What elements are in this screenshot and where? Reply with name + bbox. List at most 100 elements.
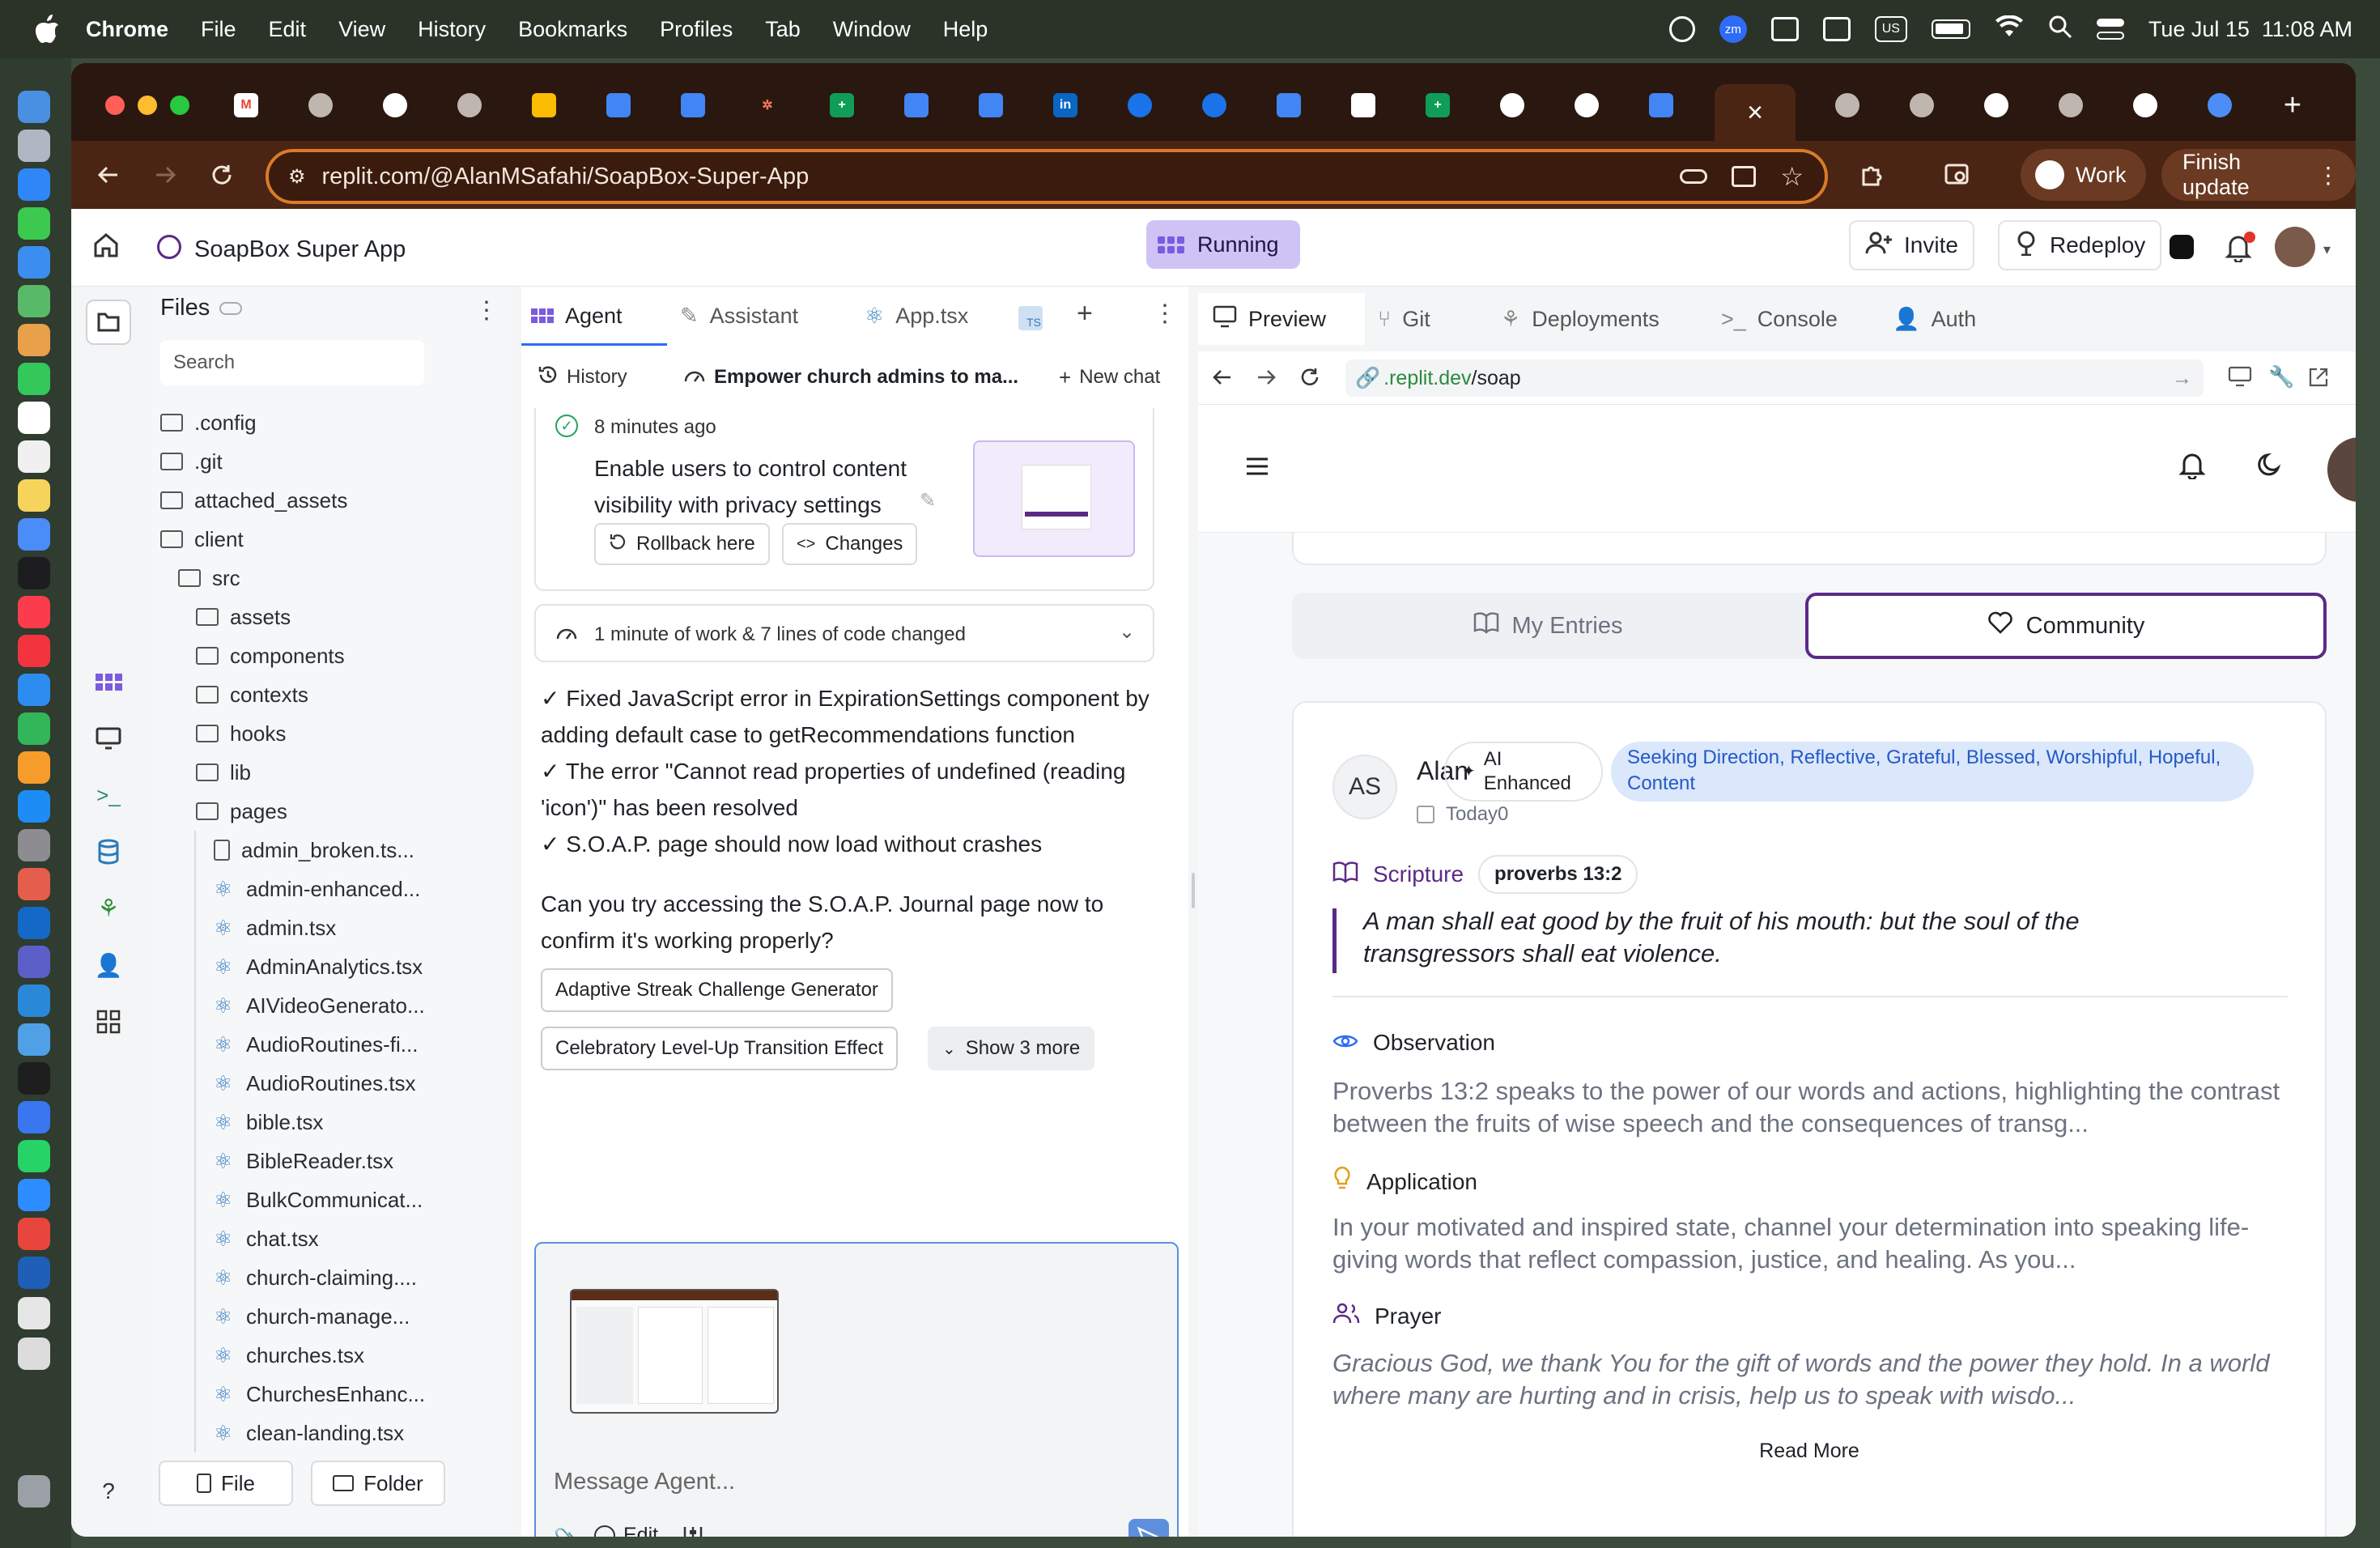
browser-tab-active[interactable]: × bbox=[1715, 84, 1796, 141]
outlook-status-icon[interactable] bbox=[1770, 17, 1799, 41]
notifications-bell-icon[interactable] bbox=[2178, 452, 2206, 483]
address-bar-url[interactable]: replit.com/@AlanMSafahi/SoapBox-Super-Ap… bbox=[322, 164, 810, 190]
browser-tab[interactable] bbox=[1812, 83, 1883, 128]
send-button[interactable] bbox=[1128, 1519, 1169, 1537]
device-preview-icon[interactable] bbox=[2228, 366, 2252, 391]
work-summary-expander[interactable]: 1 minute of work & 7 lines of code chang… bbox=[534, 604, 1154, 662]
close-tab-icon[interactable]: × bbox=[1747, 97, 1763, 129]
message-composer[interactable]: Message Agent... 📎 Edit bbox=[534, 1242, 1179, 1537]
browser-tab[interactable] bbox=[1961, 83, 2032, 128]
files-menu-icon[interactable]: ⋮ bbox=[474, 296, 499, 325]
go-arrow-icon[interactable]: → bbox=[2172, 367, 2192, 390]
dock-music-icon[interactable] bbox=[18, 596, 50, 628]
file-item[interactable]: ⚛ AudioRoutines-fi... bbox=[214, 1025, 418, 1064]
dock-settings-icon[interactable] bbox=[18, 829, 50, 861]
wifi-icon[interactable] bbox=[1995, 14, 2024, 44]
browser-tab[interactable]: in bbox=[1030, 83, 1101, 128]
dock-pages-icon[interactable] bbox=[18, 751, 50, 784]
typescript-tab-icon[interactable]: TS bbox=[1018, 306, 1043, 330]
menu-view[interactable]: View bbox=[338, 17, 385, 42]
files-search-input[interactable]: Search bbox=[160, 340, 424, 385]
profile-avatar[interactable] bbox=[2327, 437, 2356, 502]
dock-terminal-icon[interactable] bbox=[18, 1062, 50, 1095]
dock-keynote-icon[interactable] bbox=[18, 674, 50, 706]
menu-app-name[interactable]: Chrome bbox=[86, 17, 168, 42]
folder-item[interactable]: .git bbox=[160, 442, 223, 481]
dock-photos-icon[interactable] bbox=[18, 324, 50, 356]
file-item[interactable]: ⚛ ChurchesEnhanc... bbox=[214, 1375, 425, 1414]
panel-menu-icon[interactable]: ⋮ bbox=[1153, 300, 1177, 328]
add-tab-button[interactable]: + bbox=[1077, 298, 1093, 330]
menu-profiles[interactable]: Profiles bbox=[660, 17, 733, 42]
history-button[interactable]: History bbox=[538, 356, 627, 398]
zoom-status-icon[interactable]: zm bbox=[1719, 15, 1747, 43]
browser-tab[interactable] bbox=[1477, 83, 1548, 128]
browser-tab[interactable] bbox=[359, 83, 431, 128]
tab-deployments[interactable]: ⚘ Deployments bbox=[1501, 293, 1660, 345]
preview-reload-icon[interactable] bbox=[1298, 366, 1321, 393]
browser-tab[interactable] bbox=[2184, 83, 2255, 128]
new-folder-button[interactable]: Folder bbox=[311, 1461, 445, 1506]
menu-file[interactable]: File bbox=[201, 17, 236, 42]
teams-status-icon[interactable] bbox=[1822, 17, 1851, 41]
dock-app-icon[interactable] bbox=[18, 1257, 50, 1289]
attached-screenshot-thumbnail[interactable] bbox=[570, 1289, 779, 1414]
run-status-button[interactable]: Running bbox=[1146, 220, 1300, 269]
browser-tab[interactable] bbox=[583, 83, 654, 128]
folder-item[interactable]: hooks bbox=[196, 714, 286, 753]
apple-menu-icon[interactable] bbox=[34, 15, 63, 44]
folder-item[interactable]: src bbox=[178, 559, 240, 598]
file-item[interactable]: ⚛ BibleReader.tsx bbox=[214, 1142, 393, 1180]
tab-community[interactable]: Community bbox=[1805, 593, 2327, 659]
browser-tab[interactable] bbox=[2110, 83, 2181, 128]
site-settings-icon[interactable]: ⚙ bbox=[288, 165, 306, 189]
control-center-icon[interactable] bbox=[2096, 19, 2124, 40]
read-more-button[interactable]: Read More bbox=[1294, 1440, 2325, 1463]
menu-edit[interactable]: Edit bbox=[269, 17, 307, 42]
home-icon[interactable] bbox=[92, 232, 120, 263]
suggestion-chip[interactable]: Adaptive Streak Challenge Generator bbox=[541, 968, 893, 1012]
menu-history[interactable]: History bbox=[418, 17, 486, 42]
dock-whatsapp-icon[interactable] bbox=[18, 1140, 50, 1172]
show-more-suggestions-button[interactable]: ⌄ Show 3 more bbox=[928, 1027, 1095, 1070]
tab-git[interactable]: ⑂ Git bbox=[1378, 293, 1430, 345]
file-item[interactable]: ⚛ church-manage... bbox=[214, 1297, 410, 1336]
edit-pencil-icon[interactable]: ✎ bbox=[920, 489, 936, 512]
folder-item[interactable]: client bbox=[160, 520, 244, 559]
notifications-bell-icon[interactable] bbox=[2225, 232, 2255, 266]
tab-search-icon[interactable] bbox=[1936, 154, 1978, 196]
dock-numbers-icon[interactable] bbox=[18, 712, 50, 745]
file-item[interactable]: ⚛ BulkCommunicat... bbox=[214, 1180, 423, 1219]
folder-item[interactable]: lib bbox=[196, 753, 251, 792]
extensions-icon[interactable] bbox=[1851, 154, 1893, 196]
dock-freeform-icon[interactable] bbox=[18, 518, 50, 551]
auth-tool-icon[interactable]: 👤 bbox=[86, 942, 131, 988]
keyboard-input-indicator[interactable]: US bbox=[1874, 16, 1907, 42]
files-tool-icon[interactable] bbox=[86, 300, 131, 345]
browser-tab[interactable]: M bbox=[210, 83, 282, 128]
status-icon-key[interactable] bbox=[1668, 16, 1695, 42]
menu-help[interactable]: Help bbox=[943, 17, 988, 42]
dock-app-icon[interactable] bbox=[18, 1023, 50, 1056]
dock-news-icon[interactable] bbox=[18, 635, 50, 667]
dock-document-icon[interactable] bbox=[18, 1297, 50, 1329]
file-item[interactable]: ⚛ chat.tsx bbox=[214, 1219, 319, 1258]
all-tools-grid-icon[interactable] bbox=[86, 999, 131, 1044]
minimize-window-button[interactable] bbox=[138, 96, 157, 115]
menu-tab[interactable]: Tab bbox=[765, 17, 801, 42]
dock-zoom-icon[interactable] bbox=[18, 1179, 50, 1211]
forward-button[interactable] bbox=[144, 154, 186, 196]
dock-tv-icon[interactable] bbox=[18, 557, 50, 589]
dock-chrome-icon[interactable] bbox=[18, 1218, 50, 1250]
folder-item[interactable]: attached_assets bbox=[160, 481, 347, 520]
invite-button[interactable]: Invite bbox=[1849, 220, 1974, 270]
browser-tab[interactable]: ✲ bbox=[732, 83, 803, 128]
dock-reminders-icon[interactable] bbox=[18, 440, 50, 473]
dock-launchpad-icon[interactable] bbox=[18, 130, 50, 162]
close-window-button[interactable] bbox=[105, 96, 125, 115]
help-icon[interactable]: ? bbox=[86, 1469, 131, 1514]
dock-teams-icon[interactable] bbox=[18, 946, 50, 978]
file-item[interactable]: ⚛ church-claiming.... bbox=[214, 1258, 417, 1297]
browser-tab[interactable] bbox=[2035, 83, 2106, 128]
new-chat-button[interactable]: + New chat bbox=[1059, 356, 1160, 398]
